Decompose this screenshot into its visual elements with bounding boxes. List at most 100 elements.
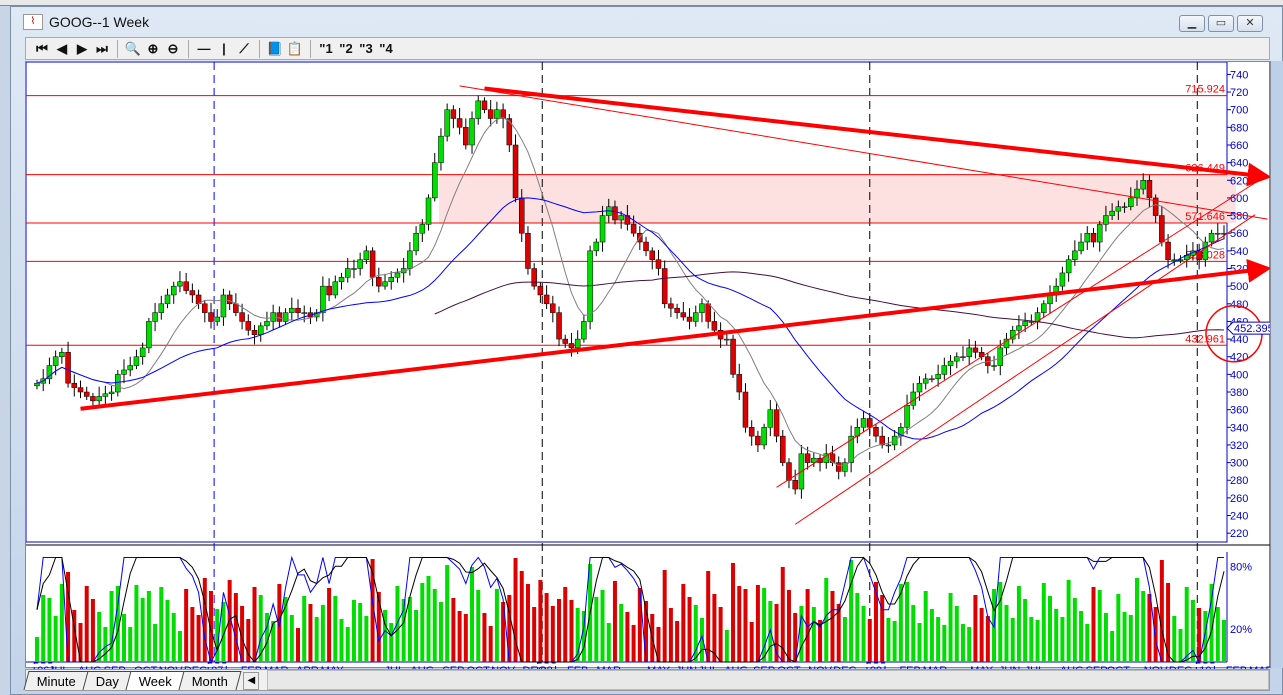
zoom-out-icon[interactable]: ⊖ — [163, 39, 183, 59]
candle — [867, 418, 873, 428]
resistance-zone — [439, 174, 1236, 223]
volume-bar — [668, 608, 673, 662]
candle — [1215, 232, 1221, 235]
candle — [804, 453, 811, 463]
prev-icon[interactable]: ◀ — [52, 39, 72, 59]
candle — [494, 109, 500, 119]
price-pane-frame — [25, 61, 1228, 543]
candle — [630, 224, 637, 234]
next-icon[interactable]: ▶ — [72, 39, 92, 59]
zoom-in-icon[interactable]: ⊕ — [143, 39, 163, 59]
candle — [77, 387, 84, 393]
volume-bar — [550, 606, 555, 662]
y-tick-label: 440 — [1230, 334, 1248, 346]
candle — [835, 462, 842, 472]
candle — [1059, 272, 1066, 287]
properties-icon[interactable]: 📋 — [285, 39, 305, 59]
volume-bar — [333, 596, 338, 662]
last-icon[interactable]: ⏭ — [92, 39, 112, 59]
volume-bar — [1016, 586, 1021, 662]
candle — [1078, 241, 1084, 252]
candle — [748, 427, 755, 437]
candle — [226, 294, 233, 305]
volume-bar — [308, 604, 313, 662]
layout-4-icon[interactable]: "4 — [376, 39, 396, 59]
zoom-fit-icon[interactable]: 🔍 — [123, 39, 143, 59]
volume-bar — [606, 623, 611, 662]
y-tick-label: 620 — [1230, 175, 1248, 187]
tab-month[interactable]: Month — [178, 671, 242, 690]
candle — [922, 378, 929, 384]
y-tick-label: 640 — [1230, 158, 1248, 170]
close-button[interactable]: ✕ — [1237, 15, 1263, 32]
candle — [1103, 215, 1109, 225]
layout-3-icon[interactable]: "3 — [356, 39, 376, 59]
last-value-label: 452.3958 — [1234, 323, 1271, 335]
candle — [618, 215, 624, 221]
candle — [407, 250, 413, 269]
volume-bar — [557, 599, 562, 662]
candle — [543, 294, 550, 305]
moving-average-10 — [36, 117, 1225, 467]
volume-bar — [830, 591, 835, 662]
candle — [599, 215, 606, 243]
volume-bar — [923, 591, 928, 662]
candle — [531, 268, 537, 287]
volume-bar — [1122, 612, 1127, 662]
book-icon[interactable]: 📘 — [265, 39, 285, 59]
candle — [170, 285, 177, 296]
candle — [295, 307, 301, 313]
layout-2-icon[interactable]: "2 — [336, 39, 356, 59]
candle — [456, 118, 463, 128]
tab-week[interactable]: Week — [125, 671, 186, 690]
candle — [693, 312, 699, 322]
tab-minute[interactable]: Minute — [23, 671, 90, 690]
volume-bar — [743, 589, 748, 662]
candle — [966, 347, 972, 357]
indicator-tick-label: 20% — [1230, 624, 1252, 636]
candle — [413, 232, 419, 252]
candle — [233, 303, 239, 313]
candle — [947, 360, 954, 366]
volume-bar — [1141, 591, 1146, 662]
candle — [388, 277, 394, 282]
candle — [581, 321, 587, 340]
volume-bar — [737, 586, 742, 662]
first-icon[interactable]: ⏮ — [32, 39, 52, 59]
candle — [649, 250, 656, 260]
vertical-scrollbar[interactable] — [1270, 61, 1283, 668]
candle — [382, 281, 388, 287]
horizontal-scrollbar[interactable] — [267, 670, 1269, 690]
tab-scroll-left-button[interactable]: ◀ — [243, 672, 260, 690]
volume-bar — [457, 611, 462, 662]
candle — [742, 391, 749, 428]
volume-bar — [1060, 617, 1065, 662]
toolbar-separator — [310, 39, 311, 58]
price-chart[interactable]: 715.924626.449571.646528.028432.96122024… — [25, 61, 1283, 678]
title-bar[interactable]: ⌇ GOOG--1 Week — [11, 7, 1282, 37]
toolbar-separator — [117, 39, 118, 58]
candle — [941, 365, 948, 375]
volume-bar — [594, 597, 599, 662]
volume-bar — [569, 600, 574, 662]
chart-area[interactable]: 715.924626.449571.646528.028432.96122024… — [25, 61, 1283, 678]
volume-bar — [954, 606, 959, 662]
vertical-line-icon[interactable]: | — [214, 39, 234, 59]
trend-line-icon[interactable]: ⟋ — [234, 39, 254, 59]
volume-bar — [134, 585, 139, 662]
volume-bar — [675, 621, 680, 662]
candle — [183, 281, 189, 291]
maximize-button[interactable]: ▭ — [1208, 15, 1234, 32]
candle — [972, 347, 979, 353]
volume-bar — [376, 592, 381, 662]
y-tick-label: 500 — [1230, 281, 1248, 293]
minimize-button[interactable]: ▁ — [1179, 15, 1205, 32]
horizontal-line-icon[interactable]: — — [194, 39, 214, 59]
y-tick-label: 220 — [1230, 528, 1248, 540]
candle — [1140, 180, 1146, 190]
candle — [525, 232, 531, 269]
volume-bar — [960, 624, 965, 662]
candle — [916, 382, 923, 393]
layout-1-icon[interactable]: "1 — [316, 39, 336, 59]
volume-bar — [1128, 615, 1133, 662]
